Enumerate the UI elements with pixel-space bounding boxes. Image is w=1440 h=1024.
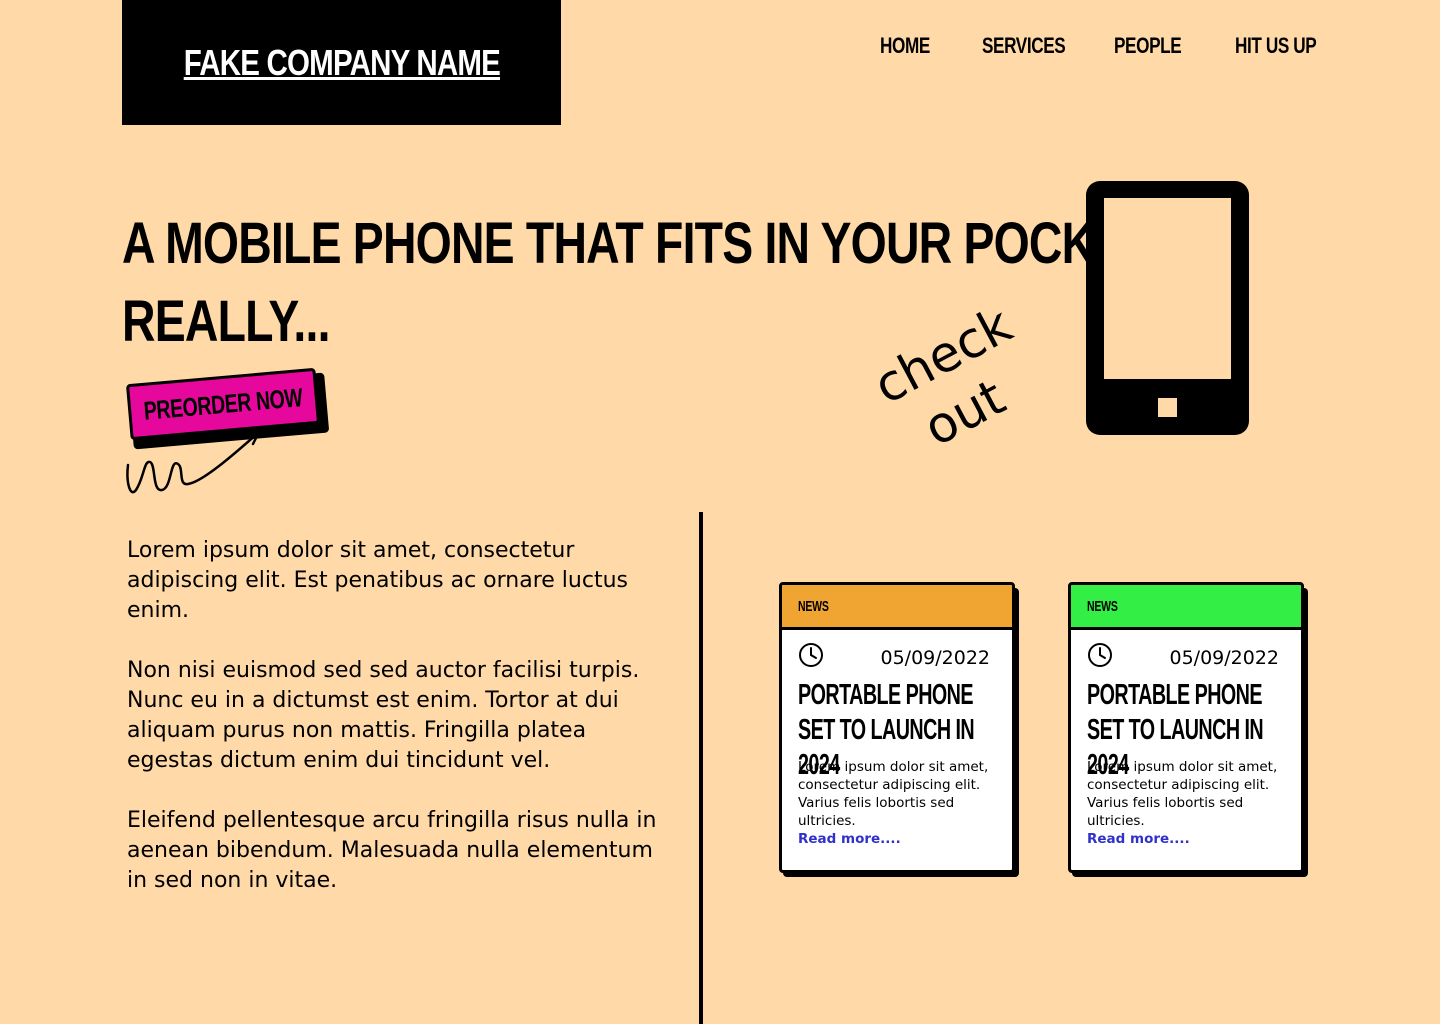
read-more-link[interactable]: Read more.... [1087, 830, 1190, 848]
nav-home[interactable]: HOME [880, 30, 930, 62]
news-tag: NEWS [798, 597, 829, 615]
logo-block: FAKE COMPANY NAME [122, 0, 561, 125]
nav-services[interactable]: SERVICES [982, 30, 1066, 62]
nav-people[interactable]: PEOPLE [1114, 30, 1182, 62]
brand-logo-link[interactable]: FAKE COMPANY NAME [183, 42, 500, 84]
squiggle-arrow-icon [126, 430, 261, 494]
hero-title: A MOBILE PHONE THAT FITS IN YOUR POCKET.… [122, 205, 1160, 361]
card-header: NEWS [782, 585, 1012, 630]
card-header: NEWS [1071, 585, 1301, 630]
read-more-link[interactable]: Read more.... [798, 830, 901, 848]
clock-icon [1088, 643, 1112, 667]
nav-hit-us-up[interactable]: HIT US UP [1235, 30, 1317, 62]
news-date: 05/09/2022 [880, 647, 990, 669]
main-nav: HOME SERVICES PEOPLE HIT US UP [850, 30, 1320, 62]
check-out-scribble: check out [865, 296, 1042, 468]
news-date: 05/09/2022 [1169, 647, 1279, 669]
clock-icon [799, 643, 823, 667]
paragraph-2: Non nisi euismod sed sed auctor facilisi… [127, 658, 640, 773]
hero-title-line-2: REALLY... [122, 289, 330, 354]
hero-title-line-1: A MOBILE PHONE THAT FITS IN YOUR POCKET. [122, 211, 1160, 276]
preorder-cta: PREORDER NOW [122, 367, 342, 500]
paragraph-3: Eleifend pellentesque arcu fringilla ris… [127, 808, 657, 893]
news-excerpt: Lorem ipsum dolor sit amet, consectetur … [798, 759, 989, 829]
mobile-phone-icon [1086, 181, 1249, 435]
news-card[interactable]: NEWS 05/09/2022 PORTABLE PHONE SET TO LA… [779, 582, 1015, 873]
news-excerpt: Lorem ipsum dolor sit amet, consectetur … [1087, 759, 1278, 829]
news-card-2: NEWS 05/09/2022 PORTABLE PHONE SET TO LA… [1068, 582, 1308, 877]
intro-text: Lorem ipsum dolor sit amet, consectetur … [127, 536, 672, 926]
news-card-1: NEWS 05/09/2022 PORTABLE PHONE SET TO LA… [779, 582, 1019, 877]
vertical-divider [699, 512, 703, 1024]
news-card[interactable]: NEWS 05/09/2022 PORTABLE PHONE SET TO LA… [1068, 582, 1304, 873]
news-tag: NEWS [1087, 597, 1118, 615]
paragraph-1: Lorem ipsum dolor sit amet, consectetur … [127, 538, 628, 623]
